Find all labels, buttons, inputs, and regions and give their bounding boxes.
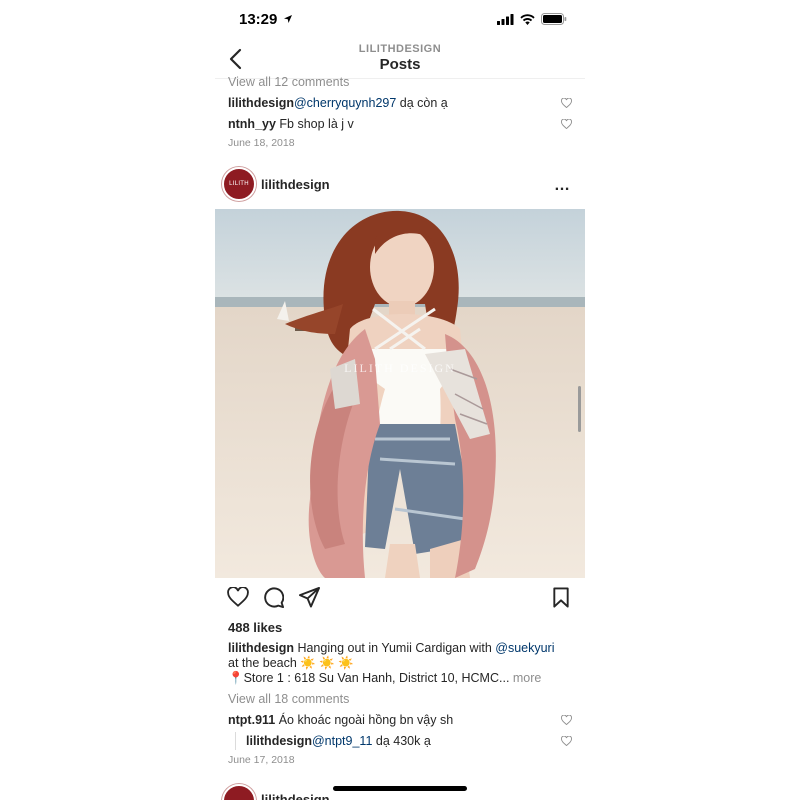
- reply-row: lilithdesign@ntpt9_11 dạ 430k ạ: [246, 734, 431, 748]
- view-all-comments-link[interactable]: View all 12 comments: [228, 75, 349, 89]
- comment-like-icon[interactable]: [561, 119, 572, 129]
- comment-row: ntpt.911 Áo khoác ngoài hồng bn vậy sh: [228, 713, 453, 727]
- avatar[interactable]: [222, 784, 256, 800]
- share-icon[interactable]: [299, 587, 320, 608]
- post-photo[interactable]: LILITH DESIGN: [215, 209, 585, 578]
- posts-header: LILITHDESIGN Posts: [215, 38, 585, 79]
- comment-username[interactable]: ntpt.911: [228, 713, 275, 727]
- post-date: June 17, 2018: [228, 754, 295, 766]
- page-title: Posts: [379, 56, 421, 73]
- reply-thread-line: [235, 732, 236, 750]
- account-name: LILITHDESIGN: [358, 43, 442, 55]
- heart-icon[interactable]: [227, 587, 249, 607]
- comment-icon[interactable]: [263, 587, 284, 608]
- phone-screen: 13:29 LILITHDESIGN Posts View all 12 com…: [215, 0, 585, 800]
- comment-text: Áo khoác ngoài hồng bn vậy sh: [275, 713, 454, 727]
- comment-like-icon[interactable]: [561, 715, 572, 725]
- comment-mention[interactable]: @cherryquynh297: [294, 96, 396, 110]
- view-all-comments-link[interactable]: View all 18 comments: [228, 692, 349, 706]
- caption-text: Hanging out in Yumii Cardigan with: [293, 641, 496, 655]
- signal-icon: [497, 13, 514, 25]
- wifi-icon: [520, 13, 535, 25]
- comment-like-icon[interactable]: [561, 736, 572, 746]
- caption-line-1: lilithdesign Hanging out in Yumii Cardig…: [228, 641, 555, 655]
- post-username[interactable]: lilithdesign: [261, 792, 330, 800]
- battery-icon: [541, 13, 567, 25]
- bookmark-icon[interactable]: [552, 587, 570, 608]
- comment-username[interactable]: lilithdesign: [246, 734, 312, 748]
- caption-username[interactable]: lilithdesign: [228, 641, 294, 655]
- avatar[interactable]: LILITH: [222, 167, 256, 201]
- comment-username[interactable]: lilithdesign: [228, 96, 294, 110]
- comment-text: Fb shop là j v: [275, 117, 354, 131]
- comment-mention[interactable]: @ntpt9_11: [312, 734, 372, 748]
- post-date: June 18, 2018: [228, 137, 295, 149]
- post-username[interactable]: lilithdesign: [261, 177, 330, 192]
- likes-count[interactable]: 488 likes: [228, 620, 282, 635]
- beach-photo-illustration: LILITH DESIGN: [215, 209, 585, 578]
- caption-mention[interactable]: @suekyuri: [495, 641, 554, 655]
- caption-more-link[interactable]: more: [509, 671, 541, 685]
- location-arrow-icon: [284, 15, 292, 23]
- more-options-icon[interactable]: …: [554, 177, 571, 195]
- post-header: LILITH lilithdesign …: [215, 165, 585, 205]
- post-actions: [215, 585, 585, 613]
- comment-like-icon[interactable]: [561, 98, 572, 108]
- caption-address: 📍Store 1 : 618 Su Van Hanh, District 10,…: [228, 671, 510, 685]
- photo-watermark: LILITH DESIGN: [344, 361, 456, 375]
- home-indicator[interactable]: [333, 786, 467, 791]
- scrollbar[interactable]: [578, 386, 581, 432]
- comment-row: ntnh_yy Fb shop là j v: [228, 117, 354, 131]
- comment-text: dạ 430k ạ: [372, 734, 431, 748]
- comment-row: lilithdesign@cherryquynh297 dạ còn ạ: [228, 96, 448, 110]
- caption-line-3: 📍Store 1 : 618 Su Van Hanh, District 10,…: [228, 671, 541, 686]
- caption-line-2: at the beach ☀️ ☀️ ☀️: [228, 656, 354, 670]
- comment-username[interactable]: ntnh_yy: [228, 117, 276, 131]
- comment-text: dạ còn ạ: [396, 96, 448, 110]
- avatar-text: LILITH: [229, 181, 249, 187]
- status-time: 13:29: [239, 11, 278, 28]
- status-bar: 13:29: [215, 8, 585, 32]
